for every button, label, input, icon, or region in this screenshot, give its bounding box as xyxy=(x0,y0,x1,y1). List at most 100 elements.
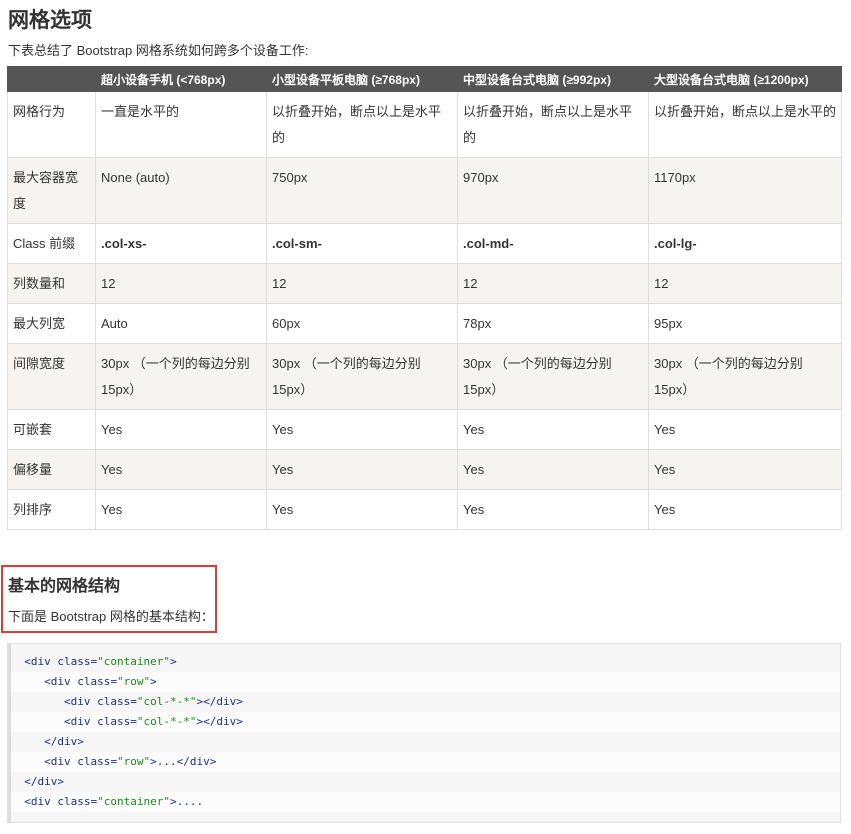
table-cell: .col-md- xyxy=(457,223,649,264)
table-cell: .col-sm- xyxy=(266,223,458,264)
table-cell: 以折叠开始，断点以上是水平的 xyxy=(648,91,842,158)
code-line: <div class="container"> xyxy=(11,652,840,672)
code-token: "row" xyxy=(117,755,151,768)
row-label: 间隙宽度 xyxy=(7,343,96,410)
code-line: </div> xyxy=(11,772,840,792)
table-cell: 750px xyxy=(266,157,458,224)
table-body: 网格行为 一直是水平的 以折叠开始，断点以上是水平的 以折叠开始，断点以上是水平的 以折… xyxy=(7,91,842,530)
table-cell: Yes xyxy=(95,449,267,490)
table-cell: None (auto) xyxy=(95,157,267,224)
code-line: <div class="col-*-*"></div> xyxy=(11,712,840,732)
code-token: ></div> xyxy=(196,695,243,708)
code-token: > xyxy=(169,655,177,668)
table-cell: 12 xyxy=(457,263,649,304)
code-token: <div xyxy=(24,655,58,668)
code-token: >.... xyxy=(169,795,204,808)
page: 网格选项 下表总结了 Bootstrap 网格系统如何跨多个设备工作: 超小设备… xyxy=(0,0,851,834)
table-cell: .col-xs- xyxy=(95,223,267,264)
table-cell: 78px xyxy=(457,303,649,344)
table-cell: Yes xyxy=(457,449,649,490)
table-header: 大型设备台式电脑 (≥1200px) xyxy=(648,66,842,92)
code-token: <div xyxy=(63,715,98,728)
table-cell: 12 xyxy=(95,263,267,304)
code-token: </div> xyxy=(44,735,84,748)
table-row: 最大列宽 Auto 60px 78px 95px xyxy=(7,303,842,344)
table-cell: Yes xyxy=(457,409,649,450)
code-token: "container" xyxy=(97,655,170,668)
table-cell: Yes xyxy=(266,489,458,530)
table-cell: 970px xyxy=(457,157,649,224)
row-label: 偏移量 xyxy=(7,449,96,490)
code-token: </div> xyxy=(24,775,64,788)
table-header: 小型设备平板电脑 (≥768px) xyxy=(266,66,458,92)
table-cell: 30px （一个列的每边分别 15px） xyxy=(266,343,458,410)
table-cell: Yes xyxy=(266,449,458,490)
code-token: "row" xyxy=(117,675,151,688)
table-cell: .col-lg- xyxy=(648,223,842,264)
section-intro: 下面是 Bootstrap 网格的基本结构： xyxy=(8,609,214,624)
code-token: "col-*-*" xyxy=(136,715,197,728)
code-token: <div xyxy=(44,755,78,768)
code-token: <div xyxy=(44,675,78,688)
table-row: 列排序 Yes Yes Yes Yes xyxy=(7,489,842,530)
table-row: Class 前缀 .col-xs- .col-sm- .col-md- .col-lg- xyxy=(7,223,842,264)
table-row: 可嵌套 Yes Yes Yes Yes xyxy=(7,409,842,450)
code-line: <div class="col-*-*"></div> xyxy=(11,692,840,712)
table-header: 中型设备台式电脑 (≥992px) xyxy=(457,66,649,92)
table-cell: 30px （一个列的每边分别 15px） xyxy=(95,343,267,410)
page-intro: 下表总结了 Bootstrap 网格系统如何跨多个设备工作: xyxy=(8,43,309,58)
code-token: class= xyxy=(77,755,117,768)
row-label: 列数量和 xyxy=(7,263,96,304)
table-cell: Yes xyxy=(648,489,842,530)
table-cell: 30px （一个列的每边分别 15px） xyxy=(457,343,649,410)
table-cell: 30px （一个列的每边分别 15px） xyxy=(648,343,842,410)
table-cell: 1170px xyxy=(648,157,842,224)
table-cell: 12 xyxy=(266,263,458,304)
code-token: class= xyxy=(57,655,98,668)
code-token: <div xyxy=(24,795,58,808)
table-header: 超小设备手机 (<768px) xyxy=(95,66,267,92)
row-label: 网格行为 xyxy=(7,91,96,158)
code-line: <div class="row"> xyxy=(11,672,840,692)
code-token: ></div> xyxy=(196,715,243,728)
table-cell: 60px xyxy=(266,303,458,344)
table-cell: Yes xyxy=(95,409,267,450)
table-row: 列数量和 12 12 12 12 xyxy=(7,263,842,304)
section-title: 基本的网格结构 xyxy=(8,578,121,595)
table-row: 偏移量 Yes Yes Yes Yes xyxy=(7,449,842,490)
row-label: Class 前缀 xyxy=(7,223,96,264)
table-cell: 以折叠开始，断点以上是水平的 xyxy=(457,91,649,158)
table-cell: Yes xyxy=(266,409,458,450)
code-line: <div class="container">.... xyxy=(11,792,840,812)
code-token: class= xyxy=(97,695,137,708)
table-header xyxy=(7,66,96,92)
grid-options-table: 超小设备手机 (<768px) 小型设备平板电脑 (≥768px) 中型设备台式… xyxy=(7,66,842,530)
code-token: class= xyxy=(57,795,98,808)
code-token: class= xyxy=(77,675,117,688)
table-row: 最大容器宽度 None (auto) 750px 970px 1170px xyxy=(7,157,842,224)
table-cell: 一直是水平的 xyxy=(95,91,267,158)
row-label: 最大列宽 xyxy=(7,303,96,344)
table-cell: Auto xyxy=(95,303,267,344)
table-cell: Yes xyxy=(95,489,267,530)
page-title: 网格选项 xyxy=(8,9,92,32)
row-label: 列排序 xyxy=(7,489,96,530)
table-cell: 以折叠开始，断点以上是水平的 xyxy=(266,91,458,158)
code-token: <div xyxy=(63,695,98,708)
code-block: <div class="container"> <div class="row"… xyxy=(7,643,841,823)
table-row: 网格行为 一直是水平的 以折叠开始，断点以上是水平的 以折叠开始，断点以上是水平的 以折… xyxy=(7,91,842,158)
code-line: <div class="row">...</div> xyxy=(11,752,840,772)
row-label: 最大容器宽度 xyxy=(7,157,96,224)
table-header-row: 超小设备手机 (<768px) 小型设备平板电脑 (≥768px) 中型设备台式… xyxy=(7,66,842,92)
table-cell: Yes xyxy=(648,449,842,490)
code-line: </div> xyxy=(11,732,840,752)
code-token: class= xyxy=(97,715,137,728)
